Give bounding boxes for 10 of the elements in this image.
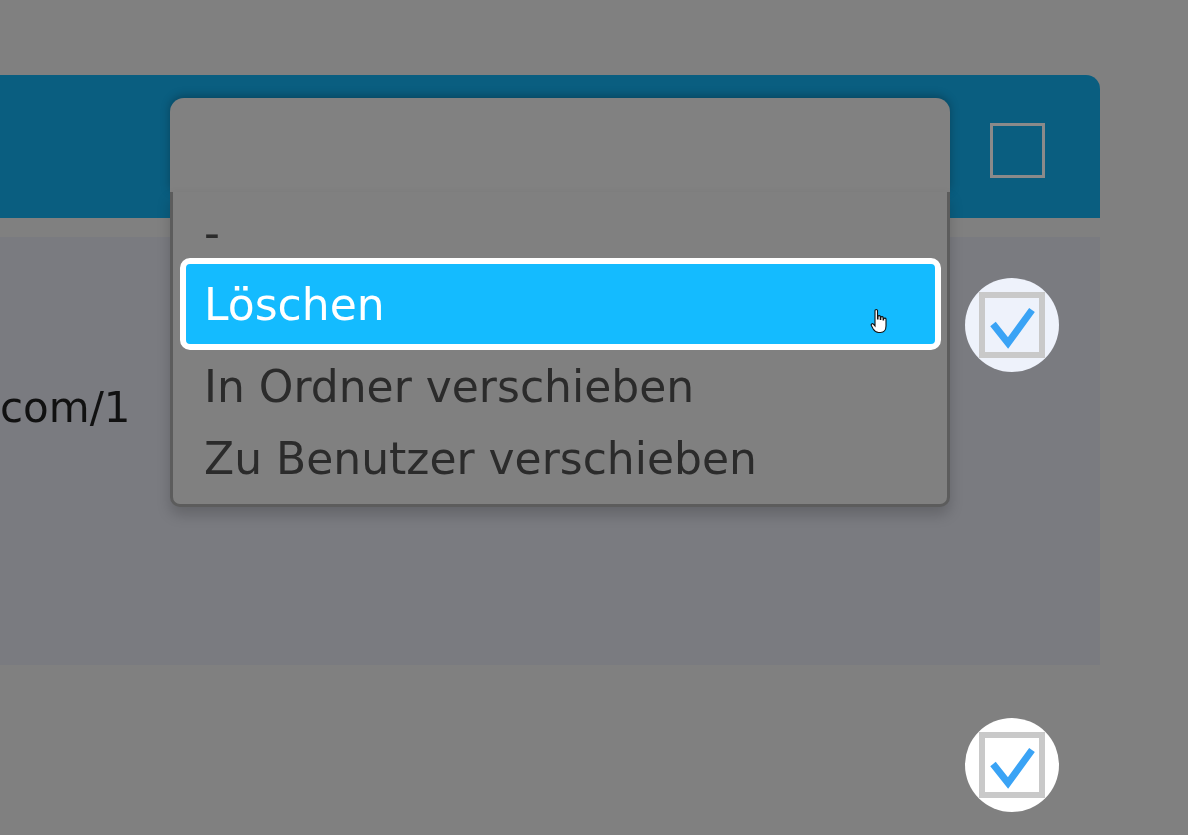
hand-cursor-icon <box>870 308 888 334</box>
checked-box-icon <box>979 292 1045 358</box>
action-select-field[interactable] <box>170 98 950 192</box>
dropdown-option[interactable]: Löschen <box>180 258 941 350</box>
checked-box-icon <box>979 732 1045 798</box>
dropdown-option[interactable]: - <box>180 192 941 258</box>
row-text: com/1 <box>0 383 131 433</box>
dropdown-option[interactable]: In Ordner verschieben <box>180 350 941 422</box>
dropdown-option[interactable]: Zu Benutzer verschieben <box>180 422 941 494</box>
select-all-checkbox[interactable] <box>990 123 1045 178</box>
